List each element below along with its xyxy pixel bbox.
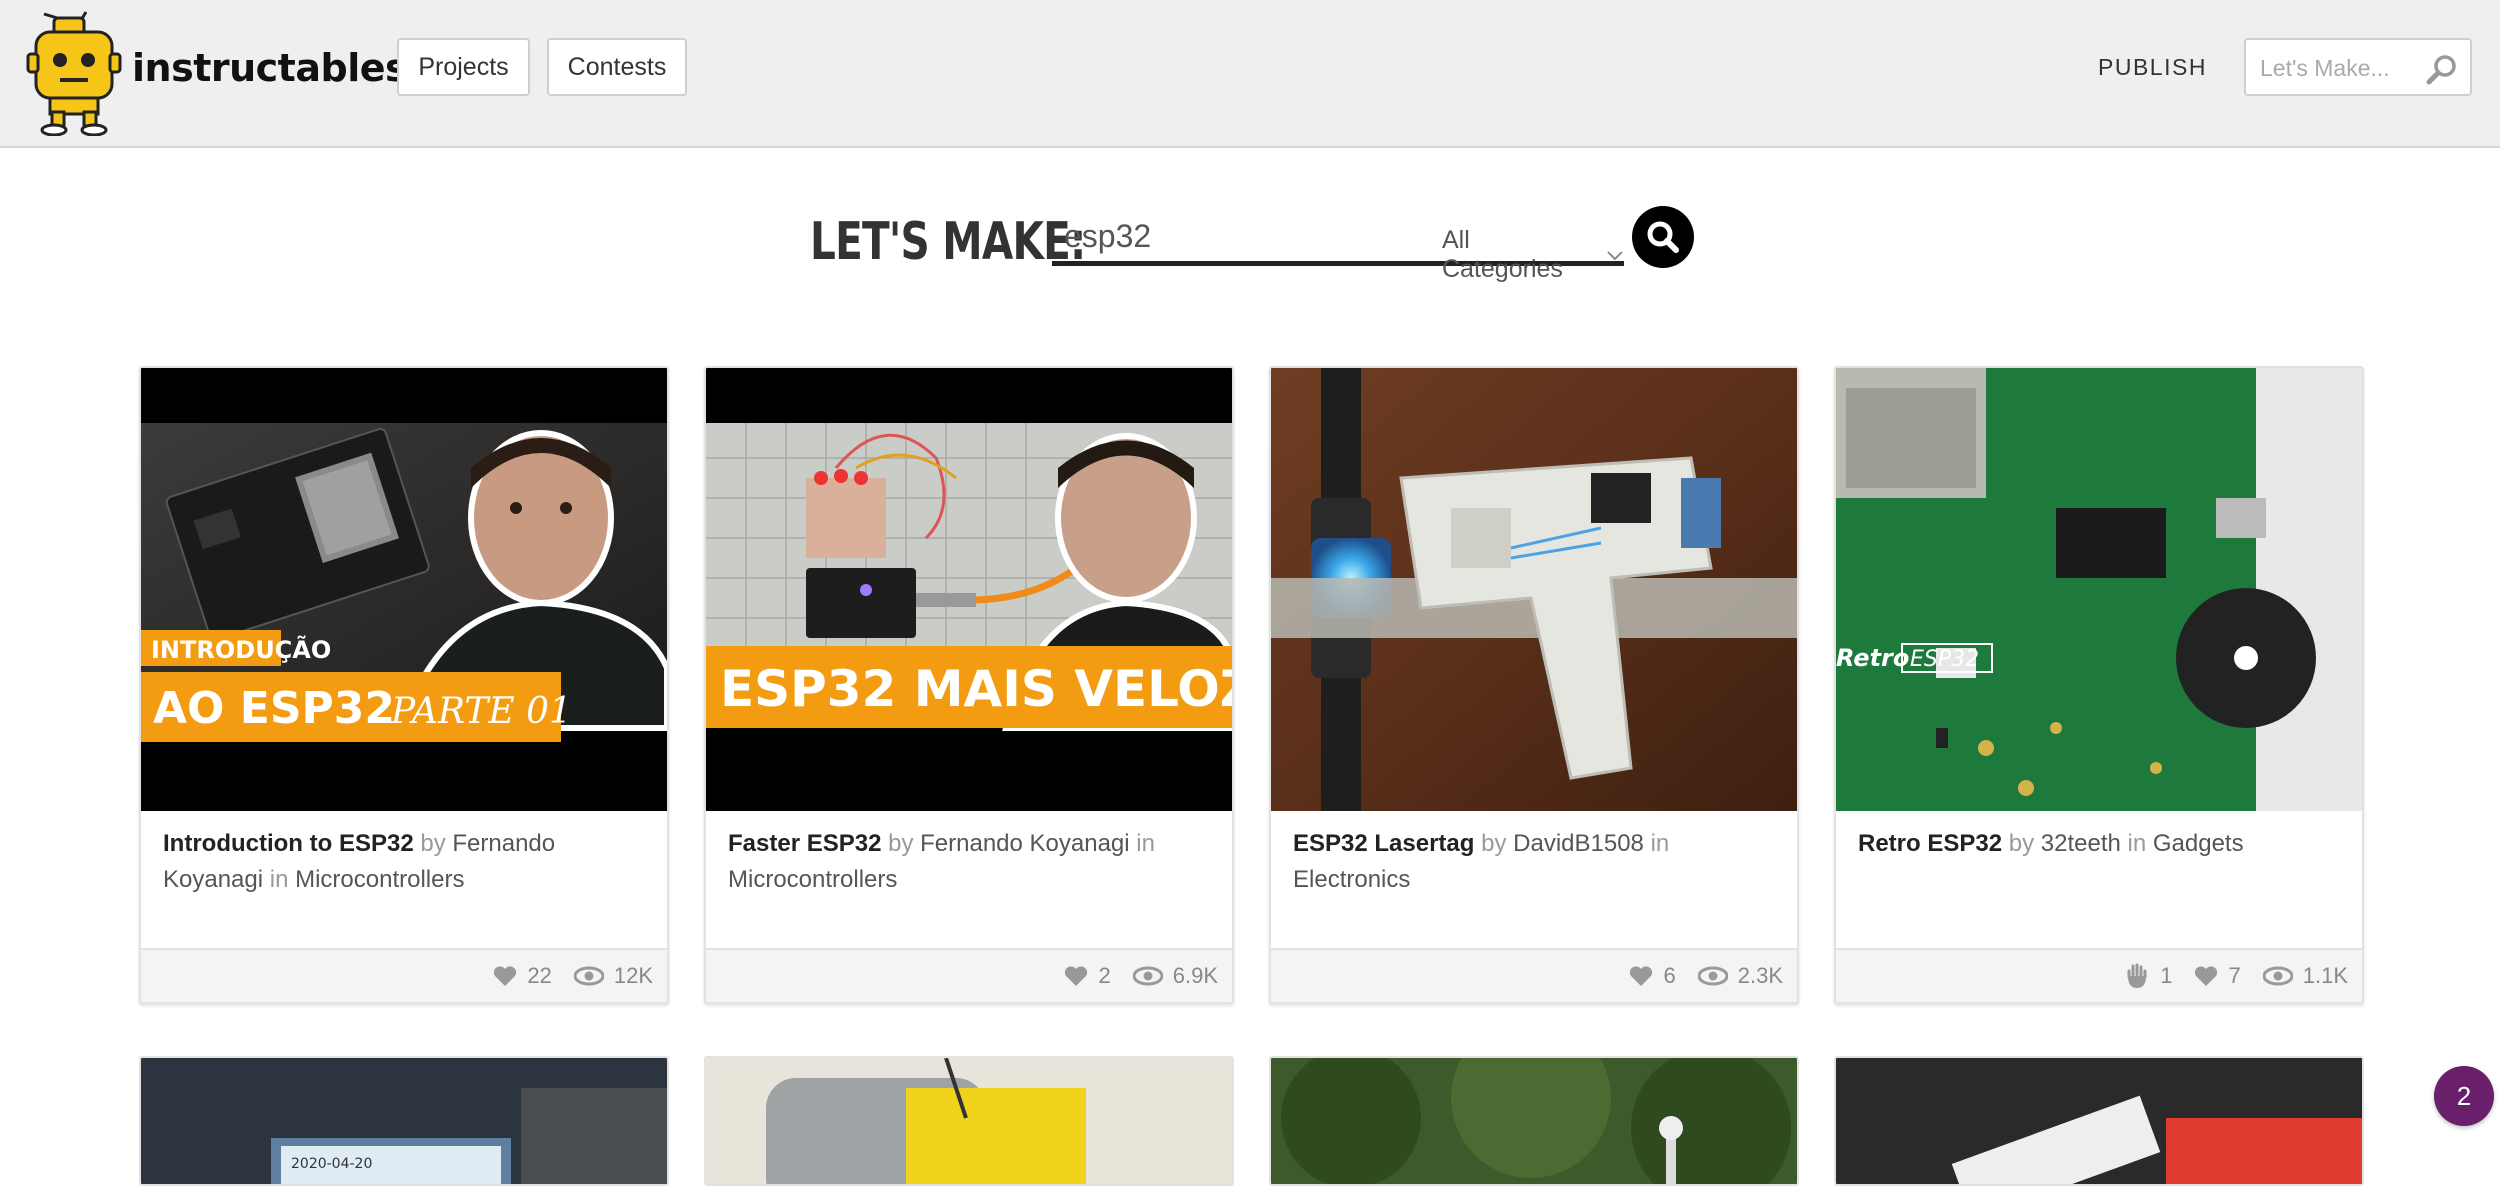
- views-count: 12K: [613, 963, 653, 988]
- by-label: by: [1481, 830, 1507, 857]
- thumb-board-text: ESP32: [1910, 647, 1979, 672]
- thumb-banner-text: PARTE 01: [390, 691, 572, 732]
- logo-text: instructables: [132, 46, 408, 90]
- header-search-input[interactable]: [2260, 50, 2430, 86]
- project-stats: 22 12K: [141, 948, 667, 1002]
- thumb-banner-text: ESP32 MAIS VELOZ!: [720, 660, 1232, 718]
- search-icon[interactable]: [2426, 54, 2458, 86]
- in-label: in: [2127, 830, 2147, 857]
- hand-icon: [2127, 963, 2147, 988]
- project-thumbnail[interactable]: INTRODUÇÃO AO ESP32 PARTE 01: [141, 368, 667, 811]
- views-count: 6.9K: [1172, 963, 1218, 988]
- lets-make-heading: LET'S MAKE:: [810, 212, 1086, 272]
- project-info: Retro ESP32 by 32teeth in Gadgets: [1858, 826, 2344, 862]
- project-card[interactable]: INTRODUÇÃO AO ESP32 PARTE 01 Introductio…: [139, 366, 669, 1004]
- project-card[interactable]: Retro ESP32 Retro ESP32 by 32teeth in Ga…: [1834, 366, 2364, 1004]
- views-count: 2.3K: [1737, 963, 1783, 988]
- category-dropdown[interactable]: All Categories: [1442, 226, 1624, 284]
- views-stat: 6.9K: [1132, 963, 1218, 989]
- project-author[interactable]: 32teeth: [2041, 830, 2121, 857]
- project-stats: 6 2.3K: [1271, 948, 1797, 1002]
- project-stats: 2 6.9K: [706, 948, 1232, 1002]
- likes-count: 2: [1098, 963, 1111, 988]
- project-category[interactable]: Electronics: [1293, 866, 1410, 893]
- likes-stat: 6: [1629, 963, 1676, 989]
- thumb-screen-text: 2020-04-20: [291, 1156, 372, 1172]
- in-label: in: [1136, 830, 1155, 857]
- by-label: by: [420, 830, 446, 857]
- notification-badge[interactable]: 2: [2434, 1066, 2494, 1126]
- likes-stat: 2: [1064, 963, 1111, 989]
- made-it-count: 1: [2160, 963, 2173, 988]
- project-card[interactable]: ESP32 MAIS VELOZ! Faster ESP32 by Fernan…: [704, 366, 1234, 1004]
- project-category[interactable]: Microcontrollers: [295, 866, 464, 893]
- likes-stat: 7: [2194, 963, 2241, 989]
- main-search-input[interactable]: [1064, 214, 1394, 258]
- project-thumbnail[interactable]: [1836, 1058, 2362, 1186]
- heart-icon: [1065, 966, 1088, 986]
- robot-mascot-icon: [24, 6, 124, 137]
- project-thumbnail[interactable]: [1271, 368, 1797, 811]
- project-title[interactable]: Retro ESP32: [1858, 830, 2002, 857]
- project-title[interactable]: Faster ESP32: [728, 830, 881, 857]
- contests-button[interactable]: Contests: [547, 38, 687, 96]
- by-label: by: [888, 830, 914, 857]
- projects-button[interactable]: Projects: [397, 38, 530, 96]
- project-author[interactable]: DavidB1508: [1513, 830, 1644, 857]
- heart-icon: [494, 966, 517, 986]
- eye-icon: [1697, 966, 1728, 986]
- project-author[interactable]: Fernando Koyanagi: [920, 830, 1129, 857]
- made-it-stat: 1: [2124, 963, 2172, 989]
- search-icon: [1647, 221, 1679, 253]
- project-thumbnail[interactable]: [1271, 1058, 1797, 1186]
- project-thumbnail[interactable]: ESP32 MAIS VELOZ!: [706, 368, 1232, 811]
- search-submit-button[interactable]: [1632, 206, 1694, 268]
- thumb-banner-text: INTRODUÇÃO: [151, 635, 331, 664]
- instructables-logo[interactable]: instructables: [24, 6, 408, 137]
- project-card[interactable]: [704, 1056, 1234, 1186]
- project-thumbnail[interactable]: 2020-04-20: [141, 1058, 667, 1186]
- header-search-box: [2244, 38, 2472, 96]
- main-search-bar: All Categories: [1052, 212, 1624, 283]
- project-title[interactable]: ESP32 Lasertag: [1293, 830, 1474, 857]
- likes-count: 7: [2228, 963, 2241, 988]
- heart-icon: [1630, 966, 1653, 986]
- project-info: Faster ESP32 by Fernando Koyanagi in Mic…: [728, 826, 1214, 898]
- likes-stat: 22: [493, 963, 552, 989]
- project-title[interactable]: Introduction to ESP32: [163, 830, 414, 857]
- project-stats: 1 7 1.1K: [1836, 948, 2362, 1002]
- in-label: in: [269, 866, 289, 893]
- by-label: by: [2008, 830, 2035, 857]
- project-card[interactable]: 2020-04-20: [139, 1056, 669, 1186]
- top-header: instructables Projects Contests PUBLISH: [0, 0, 2500, 148]
- thumb-banner-text: AO ESP32: [153, 683, 395, 734]
- project-info: ESP32 Lasertag by DavidB1508 in Electron…: [1293, 826, 1779, 898]
- project-card[interactable]: [1269, 1056, 1799, 1186]
- views-stat: 2.3K: [1697, 963, 1783, 989]
- likes-count: 22: [527, 963, 552, 988]
- eye-icon: [1132, 966, 1163, 986]
- views-stat: 1.1K: [2262, 963, 2348, 989]
- heart-icon: [2195, 966, 2218, 986]
- project-card[interactable]: [1834, 1056, 2364, 1186]
- category-dropdown-label: All Categories: [1442, 226, 1563, 283]
- project-thumbnail[interactable]: [706, 1058, 1232, 1186]
- project-info: Introduction to ESP32 by Fernando Koyana…: [163, 826, 649, 898]
- likes-count: 6: [1663, 963, 1676, 988]
- in-label: in: [1650, 830, 1670, 857]
- eye-icon: [573, 966, 604, 986]
- eye-icon: [2262, 966, 2293, 986]
- project-card[interactable]: ESP32 Lasertag by DavidB1508 in Electron…: [1269, 366, 1799, 1004]
- views-count: 1.1K: [2302, 963, 2348, 988]
- project-category[interactable]: Microcontrollers: [728, 866, 897, 893]
- views-stat: 12K: [573, 963, 653, 989]
- project-thumbnail[interactable]: Retro ESP32: [1836, 368, 2362, 811]
- thumb-board-text: Retro: [1836, 644, 1909, 672]
- publish-link[interactable]: PUBLISH: [2098, 54, 2207, 81]
- chevron-down-icon: [1607, 251, 1623, 261]
- project-category[interactable]: Gadgets: [2153, 830, 2244, 857]
